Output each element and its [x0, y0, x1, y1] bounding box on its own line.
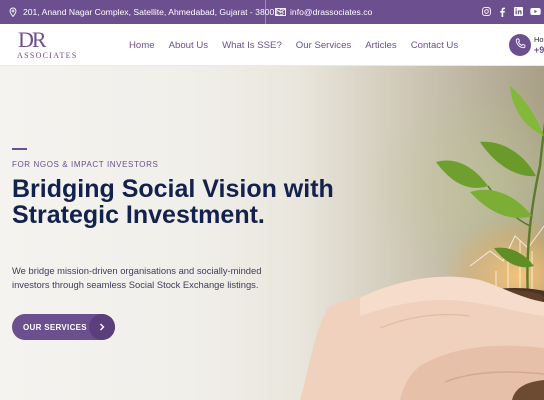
address-block: 201, Anand Nagar Complex, Satellite, Ahm… [8, 0, 284, 24]
nav-contact-us[interactable]: Contact Us [411, 40, 458, 51]
logo-text: ASSOCIATES [17, 51, 78, 60]
chevron-right-icon [89, 314, 115, 340]
email-link[interactable]: info@drassociates.co [275, 0, 372, 24]
hero-section: FOR NGOS & IMPACT INVESTORS Bridging Soc… [0, 66, 544, 400]
topbar-divider [265, 0, 266, 24]
facebook-icon[interactable] [498, 7, 508, 17]
youtube-icon[interactable] [530, 7, 541, 17]
address-text: 201, Anand Nagar Complex, Satellite, Ahm… [23, 7, 284, 17]
our-services-button[interactable]: OUR SERVICES [12, 314, 115, 340]
phone-icon [515, 36, 526, 54]
nav-home[interactable]: Home [129, 40, 155, 51]
nav-articles[interactable]: Articles [365, 40, 396, 51]
hotline-label: Hot [534, 35, 544, 44]
phone-call-button[interactable] [509, 34, 531, 56]
linkedin-icon[interactable] [514, 7, 524, 17]
nav-menu: Home About Us What Is SSE? Our Services … [129, 24, 472, 66]
email-text: info@drassociates.co [290, 7, 373, 17]
nav-about-us[interactable]: About Us [169, 40, 208, 51]
map-pin-icon [8, 7, 18, 18]
nav-what-is-sse[interactable]: What Is SSE? [222, 40, 282, 51]
hero-headline: Bridging Social Vision with Strategic In… [12, 175, 334, 229]
hands-holding-plant-image [300, 86, 544, 400]
hotline-number[interactable]: +9 [534, 45, 544, 55]
brand-logo[interactable]: DR ASSOCIATES [17, 27, 79, 61]
hero-subtext: We bridge mission-driven organisations a… [12, 265, 262, 290]
cta-label: OUR SERVICES [23, 322, 87, 332]
nav-our-services[interactable]: Our Services [296, 40, 351, 51]
eyebrow-accent-line [12, 148, 27, 150]
main-navbar: DR ASSOCIATES Home About Us What Is SSE?… [0, 24, 544, 66]
top-bar: 201, Anand Nagar Complex, Satellite, Ahm… [0, 0, 544, 24]
social-links [482, 0, 541, 24]
envelope-icon [275, 7, 286, 17]
logo-mark: DR [18, 27, 47, 52]
instagram-icon[interactable] [482, 7, 492, 17]
hero-eyebrow: FOR NGOS & IMPACT INVESTORS [12, 160, 159, 169]
